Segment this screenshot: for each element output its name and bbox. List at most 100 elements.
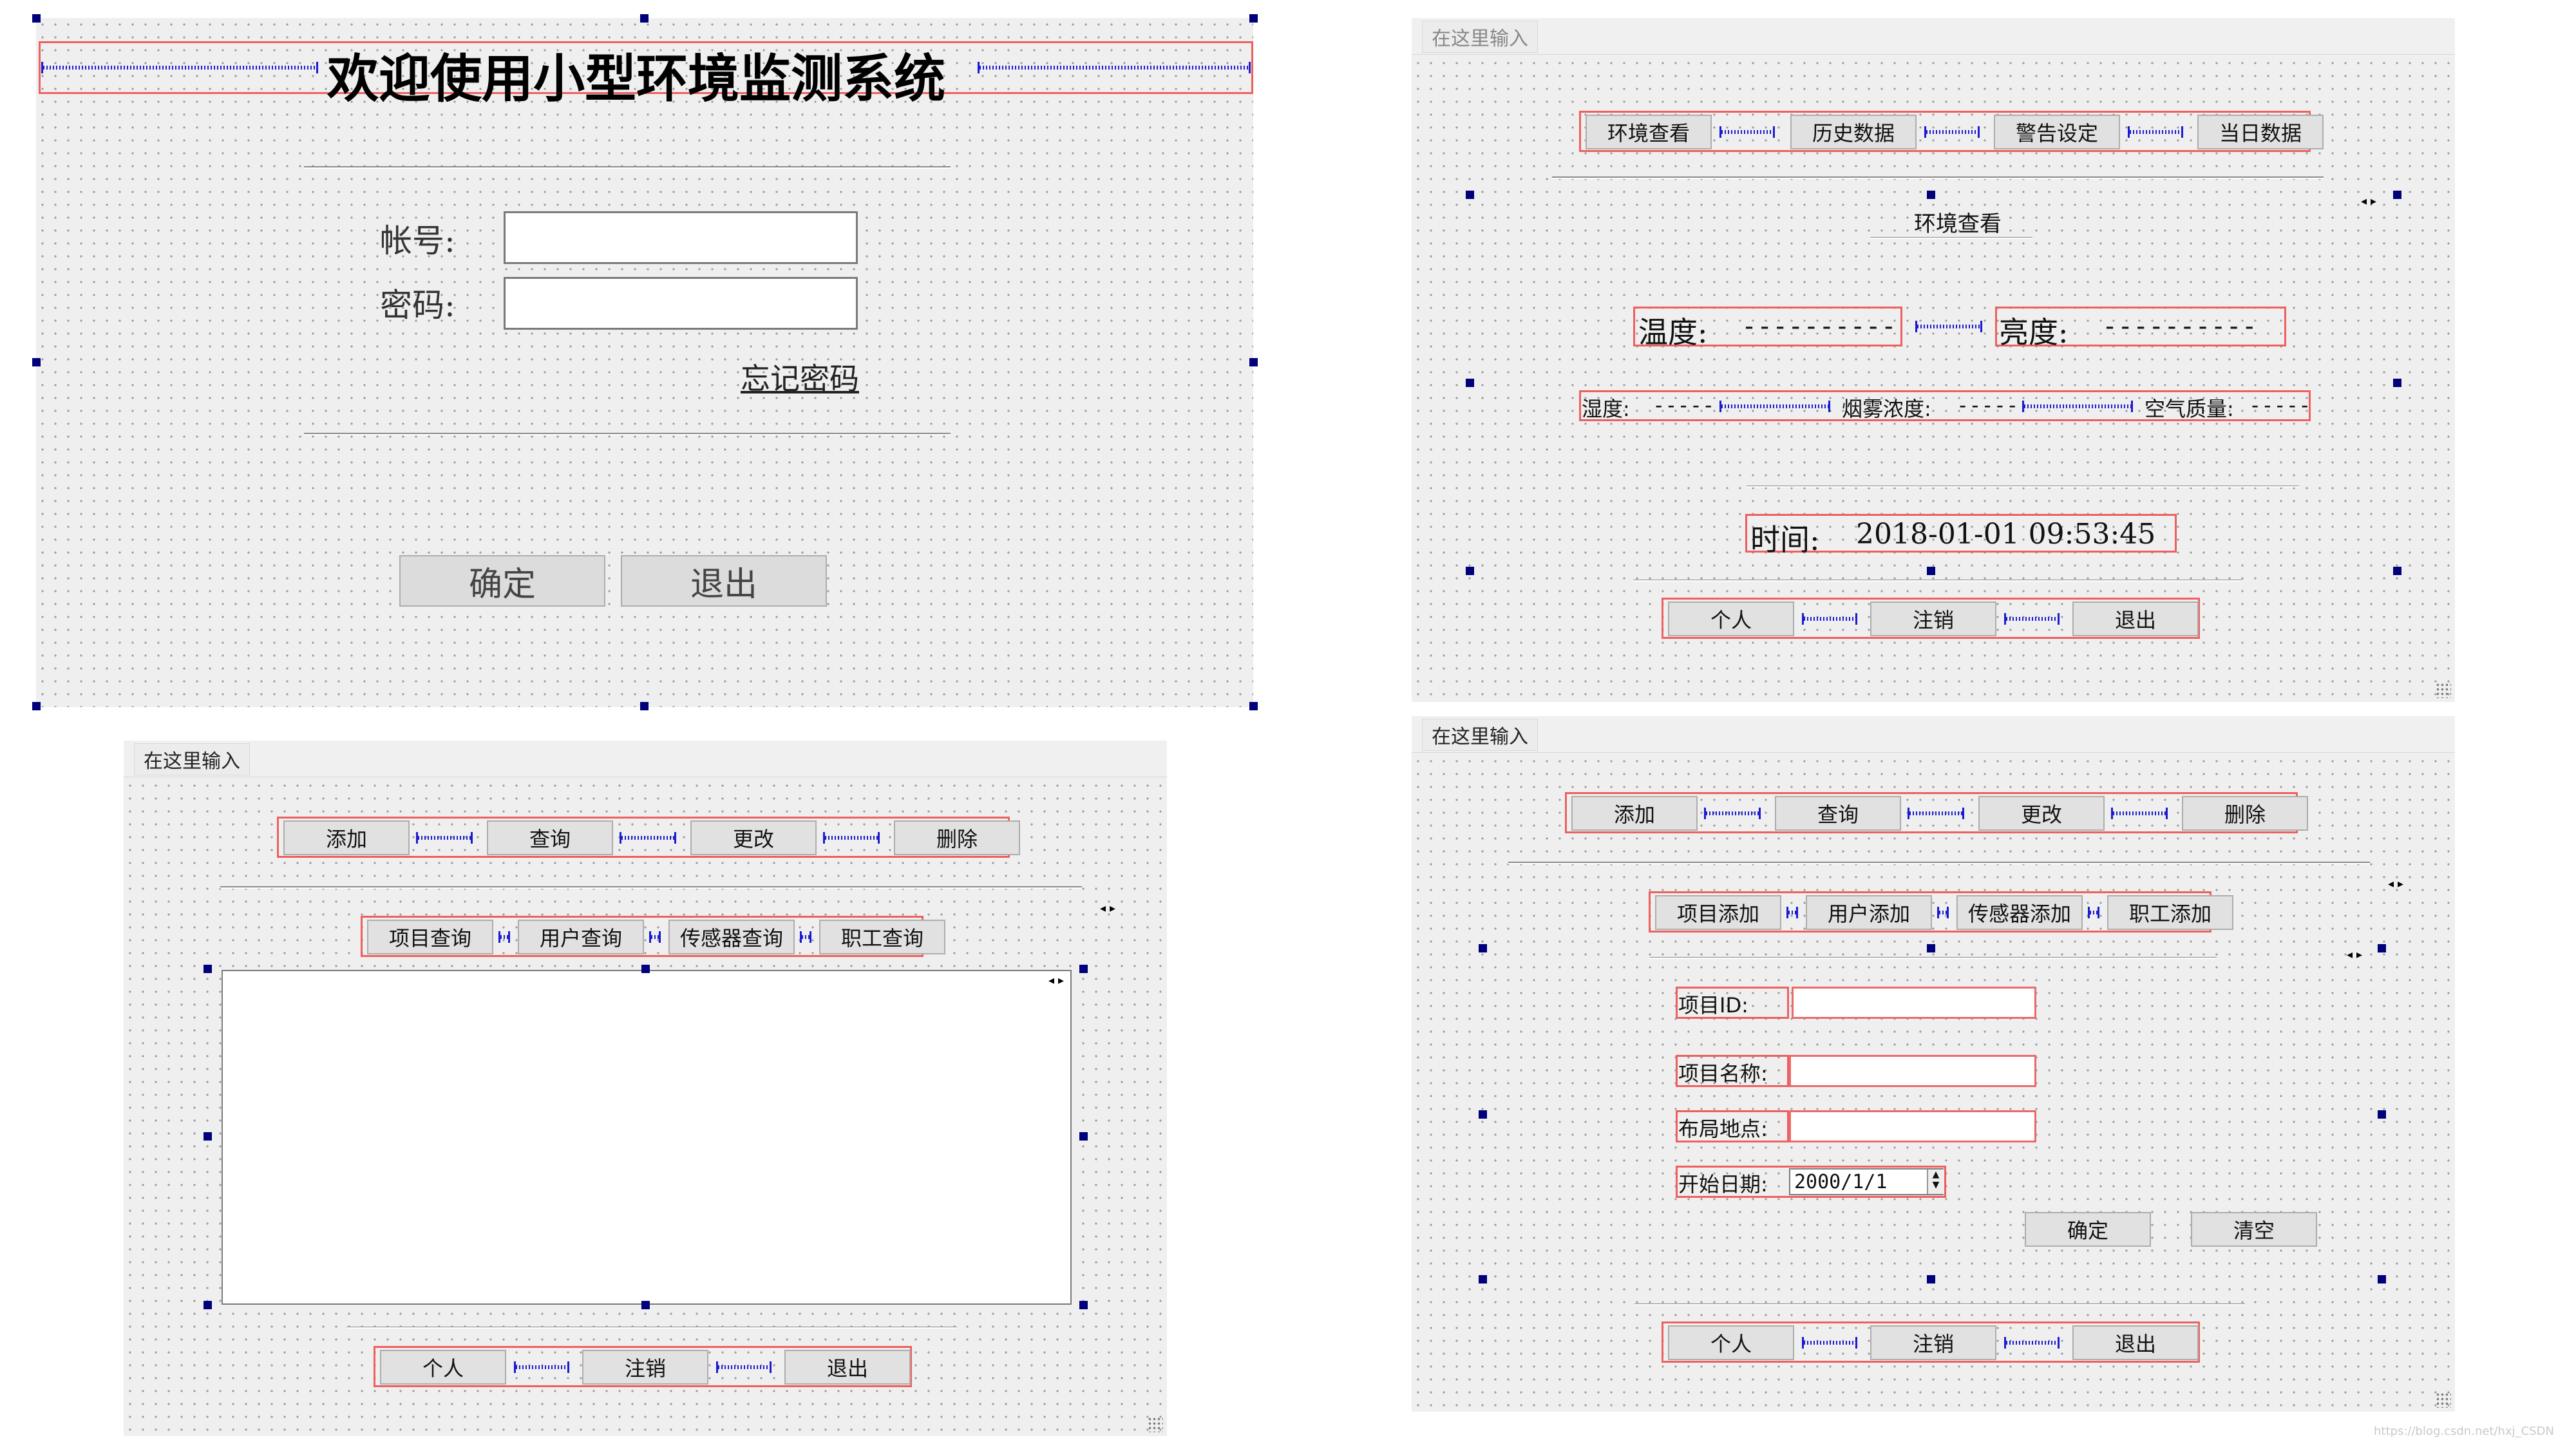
modify-button[interactable]: 更改	[690, 820, 817, 855]
tab-today-data[interactable]: 当日数据	[2197, 115, 2324, 149]
results-table[interactable]	[222, 970, 1072, 1305]
horizontal-spacer	[498, 931, 510, 943]
tab-project-query[interactable]: 项目查询	[367, 920, 493, 954]
add-button[interactable]: 添加	[1571, 796, 1698, 831]
selection-handle[interactable]	[1927, 944, 1935, 952]
personal-button[interactable]: 个人	[1668, 1325, 1794, 1360]
confirm-button[interactable]: 确定	[2025, 1212, 2151, 1247]
selection-handle[interactable]	[204, 1132, 212, 1141]
add-button[interactable]: 添加	[283, 820, 410, 855]
scroll-arrows-icon[interactable]: ◂▸	[2361, 194, 2380, 208]
selection-handle[interactable]	[641, 1301, 650, 1309]
exit-button[interactable]: 退出	[784, 1350, 911, 1385]
exit-button[interactable]: 退出	[621, 555, 827, 607]
forgot-password-link[interactable]: 忘记密码	[741, 355, 859, 398]
delete-button[interactable]: 删除	[894, 820, 1020, 855]
tab-sensor-add[interactable]: 传感器添加	[1956, 895, 2083, 930]
project-id-input[interactable]	[1792, 987, 2036, 1019]
horizontal-spacer	[649, 931, 661, 943]
selection-handle[interactable]	[2378, 1110, 2386, 1119]
selection-handle[interactable]	[204, 1301, 212, 1309]
monitor-window: 在这里输入 环境查看 历史数据 警告设定 当日数据 ◂▸ 环境查看 温度: --…	[1412, 18, 2455, 702]
selection-handle[interactable]	[2393, 379, 2401, 387]
tab-user-query[interactable]: 用户查询	[518, 920, 644, 954]
selection-handle[interactable]	[1466, 379, 1474, 387]
selection-handle[interactable]	[1479, 1275, 1487, 1283]
confirm-button[interactable]: 确定	[399, 555, 605, 607]
personal-button[interactable]: 个人	[380, 1350, 506, 1385]
menu-placeholder[interactable]: 在这里输入	[1422, 21, 1538, 53]
selection-handle[interactable]	[1249, 14, 1258, 23]
menu-placeholder[interactable]: 在这里输入	[134, 743, 250, 775]
start-date-value: 2000/1/1	[1794, 1170, 1888, 1193]
air-quality-label: 空气质量:	[2145, 397, 2234, 421]
horizontal-spacer	[1908, 808, 1964, 819]
tab-history-data[interactable]: 历史数据	[1790, 115, 1917, 149]
tab-warning-settings[interactable]: 警告设定	[1994, 115, 2120, 149]
tab-user-add[interactable]: 用户添加	[1806, 895, 1932, 930]
selection-handle[interactable]	[1249, 358, 1258, 366]
selection-handle[interactable]	[1927, 1275, 1935, 1283]
logout-button[interactable]: 注销	[1870, 601, 1996, 636]
logout-button[interactable]: 注销	[582, 1350, 708, 1385]
modify-button[interactable]: 更改	[1978, 796, 2105, 831]
resize-grip-icon[interactable]	[2436, 1392, 2451, 1408]
selection-handle[interactable]	[1479, 944, 1487, 952]
exit-button[interactable]: 退出	[2072, 1325, 2199, 1360]
selection-handle[interactable]	[2393, 191, 2401, 199]
query-button[interactable]: 查询	[487, 820, 613, 855]
personal-button[interactable]: 个人	[1668, 601, 1794, 636]
menu-placeholder[interactable]: 在这里输入	[1422, 719, 1538, 751]
selection-handle[interactable]	[1466, 567, 1474, 575]
query-button[interactable]: 查询	[1775, 796, 1901, 831]
selection-handle[interactable]	[2378, 1275, 2386, 1283]
selection-handle[interactable]	[1079, 1132, 1088, 1141]
selection-handle[interactable]	[1927, 567, 1935, 575]
tab-sensor-query[interactable]: 传感器查询	[668, 920, 795, 954]
tab-project-add[interactable]: 项目添加	[1655, 895, 1781, 930]
scroll-arrows-icon[interactable]: ◂▸	[1048, 974, 1068, 987]
horizontal-spacer	[1786, 907, 1798, 918]
selection-handle[interactable]	[1927, 191, 1935, 199]
logout-button[interactable]: 注销	[1870, 1325, 1996, 1360]
time-value: 2018-01-01 09:53:45	[1856, 518, 2156, 551]
account-input[interactable]	[504, 211, 858, 264]
scroll-arrows-icon[interactable]: ◂▸	[2347, 948, 2366, 961]
divider	[304, 433, 951, 435]
selection-handle[interactable]	[1479, 1110, 1487, 1119]
selection-handle[interactable]	[32, 14, 41, 23]
resize-grip-icon[interactable]	[2436, 683, 2451, 698]
selection-handle[interactable]	[641, 965, 650, 973]
selection-handle[interactable]	[1249, 702, 1258, 710]
divider	[1633, 580, 2242, 582]
tab-environment-view[interactable]: 环境查看	[1586, 115, 1712, 149]
selection-handle[interactable]	[32, 358, 41, 366]
selection-handle[interactable]	[1079, 965, 1088, 973]
clear-button[interactable]: 清空	[2191, 1212, 2317, 1247]
brightness-label: 亮度:	[1999, 315, 2069, 350]
selection-handle[interactable]	[2378, 944, 2386, 952]
selection-handle[interactable]	[640, 14, 649, 23]
date-spin-arrows-icon[interactable]: ▲ ▼	[1927, 1170, 1944, 1194]
divider	[1634, 1303, 2245, 1305]
selection-handle[interactable]	[1466, 191, 1474, 199]
account-label: 帐号:	[380, 222, 455, 260]
start-date-picker[interactable]: 2000/1/1	[1789, 1168, 1944, 1195]
scroll-arrows-icon[interactable]: ◂▸	[1100, 902, 1119, 915]
tab-staff-add[interactable]: 职工添加	[2107, 895, 2233, 930]
selection-handle[interactable]	[204, 965, 212, 973]
selection-handle[interactable]	[32, 702, 41, 710]
location-input[interactable]	[1789, 1110, 2036, 1142]
horizontal-spacer	[1719, 126, 1775, 138]
selection-handle[interactable]	[1079, 1301, 1088, 1309]
password-input[interactable]	[504, 277, 858, 330]
horizontal-spacer	[1924, 126, 1980, 138]
resize-grip-icon[interactable]	[1148, 1417, 1163, 1432]
delete-button[interactable]: 删除	[2182, 796, 2308, 831]
selection-handle[interactable]	[2393, 567, 2401, 575]
scroll-arrows-icon[interactable]: ◂▸	[2388, 877, 2407, 891]
project-name-input[interactable]	[1789, 1055, 2036, 1087]
exit-button[interactable]: 退出	[2072, 601, 2199, 636]
selection-handle[interactable]	[640, 702, 649, 710]
tab-staff-query[interactable]: 职工查询	[819, 920, 945, 954]
